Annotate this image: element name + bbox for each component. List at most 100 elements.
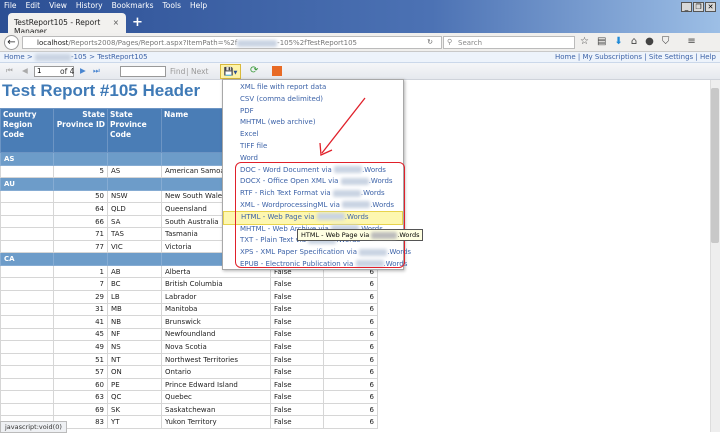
cell-state-code: AS <box>107 164 162 179</box>
table-row: 7 BC British Columbia False 6 <box>0 277 378 291</box>
cell-flag: False <box>270 315 324 329</box>
link-site-settings[interactable]: Site Settings <box>649 53 693 61</box>
find-input[interactable] <box>120 66 166 77</box>
bookmark-star-icon[interactable]: ☆ <box>580 36 589 47</box>
last-page-icon[interactable]: ⏭ <box>93 66 100 76</box>
cell-name: British Columbia <box>161 277 271 291</box>
menu-tools[interactable]: Tools <box>163 1 181 10</box>
annotation-arrow-icon <box>319 97 366 156</box>
report-toolbar: ⏮ ◀ 1 of 4 ▶ ⏭ Find | Next 💾▼ ⟳ <box>0 63 720 80</box>
cell-name: Saskatchewan <box>161 402 271 417</box>
cell-flag: False <box>270 290 324 304</box>
next-page-icon[interactable]: ▶ <box>80 66 86 75</box>
menu-edit[interactable]: Edit <box>26 1 41 10</box>
cell-country <box>0 189 54 204</box>
cell <box>53 177 108 191</box>
search-input[interactable]: ⚲ Search <box>443 36 575 49</box>
cell-state-code: SK <box>107 402 162 417</box>
scrollbar-thumb[interactable] <box>711 88 719 243</box>
breadcrumb-folder[interactable]: -105 <box>71 53 87 61</box>
cell-value: 6 <box>323 415 378 430</box>
browser-tab[interactable]: TestReport105 - Report Manager × <box>8 13 126 36</box>
cell-flag: False <box>270 377 324 392</box>
cell-state-code: MB <box>107 302 162 317</box>
hamburger-menu-icon[interactable]: ≡ <box>687 36 695 47</box>
report-title: Test Report #105 Header <box>2 81 201 100</box>
cell-state-id: 1 <box>53 264 108 279</box>
menu-history[interactable]: History <box>76 1 103 10</box>
breadcrumb-home[interactable]: Home <box>4 53 25 61</box>
cell-value: 6 <box>323 352 378 367</box>
cell-name: Manitoba <box>161 302 271 317</box>
cell-flag: False <box>270 302 324 317</box>
previous-page-icon[interactable]: ◀ <box>22 66 28 75</box>
cell-country <box>0 239 54 254</box>
reading-list-icon[interactable]: ▤ <box>597 36 606 47</box>
cell-state-code: NF <box>107 327 162 342</box>
cell-flag: False <box>270 365 324 379</box>
menu-bookmarks[interactable]: Bookmarks <box>112 1 154 10</box>
browser-titlebar: File Edit View History Bookmarks Tools H… <box>0 0 720 36</box>
table-row: 45 NF Newfoundland False 6 <box>0 327 378 342</box>
chevron-down-icon: ▼ <box>233 70 238 76</box>
cell-value: 6 <box>323 327 378 342</box>
back-arrow-icon[interactable]: ← <box>4 35 19 50</box>
first-page-icon[interactable]: ⏮ <box>6 66 13 76</box>
cell-country <box>0 214 54 229</box>
cell-country <box>0 264 54 279</box>
cell-country <box>0 402 54 417</box>
cell-state-id: 64 <box>53 202 108 216</box>
cell-flag: False <box>270 402 324 417</box>
redacted-text <box>371 231 398 239</box>
cell-country <box>0 377 54 392</box>
link-home[interactable]: Home <box>555 53 576 61</box>
url-input[interactable]: localhost/Reports2008/Pages/Report.aspx?… <box>22 36 442 49</box>
reload-icon[interactable]: ↻ <box>427 38 433 46</box>
home-icon[interactable]: ⌂ <box>631 36 637 47</box>
cell-name: Labrador <box>161 290 271 304</box>
top-links: Home | My Subscriptions | Site Settings … <box>554 53 716 61</box>
export-option[interactable]: XML file with report data <box>223 82 403 94</box>
link-help[interactable]: Help <box>700 53 716 61</box>
cell-state-code: YT <box>107 415 162 430</box>
find-link[interactable]: Find <box>170 67 185 76</box>
url-path: /Reports2008/Pages/Report.aspx?ItemPath=… <box>68 39 238 47</box>
refresh-icon[interactable]: ⟳ <box>250 65 258 76</box>
menu-help[interactable]: Help <box>190 1 207 10</box>
menu-bar: File Edit View History Bookmarks Tools H… <box>4 1 207 10</box>
minimize-button[interactable]: _ <box>681 2 692 12</box>
group-code: AU <box>0 177 54 191</box>
tab-close-icon[interactable]: × <box>113 18 119 27</box>
link-my-subscriptions[interactable]: My Subscriptions <box>582 53 642 61</box>
cell-state-id: 31 <box>53 302 108 317</box>
cell-state-code: LB <box>107 290 162 304</box>
cell-value: 6 <box>323 302 378 317</box>
download-icon[interactable]: ⬇ <box>614 36 622 47</box>
next-link[interactable]: Next <box>191 67 208 76</box>
close-window-button[interactable]: ✕ <box>705 2 716 12</box>
new-tab-button[interactable]: + <box>132 15 143 30</box>
export-button[interactable]: 💾▼ <box>220 64 241 79</box>
cell-value: 6 <box>323 377 378 392</box>
restore-button[interactable]: ❐ <box>693 2 704 12</box>
cell-value: 6 <box>323 277 378 291</box>
column-header-state-code: State Province Code <box>107 108 162 153</box>
status-bar: javascript:void(0) <box>0 421 67 433</box>
cell-value: 6 <box>323 340 378 354</box>
cell-country <box>0 365 54 379</box>
pocket-icon[interactable]: ⛉ <box>662 36 670 47</box>
chat-icon[interactable]: ● <box>645 36 654 47</box>
cell-flag: False <box>270 340 324 354</box>
table-row: 29 LB Labrador False 6 <box>0 290 378 304</box>
cell-value: 6 <box>323 315 378 329</box>
cell-country <box>0 277 54 291</box>
cell-state-id: 60 <box>53 377 108 392</box>
menu-file[interactable]: File <box>4 1 17 10</box>
table-row: 60 PE Prince Edward Island False 6 <box>0 377 378 392</box>
breadcrumb-current[interactable]: TestReport105 <box>97 53 147 61</box>
menu-view[interactable]: View <box>49 1 67 10</box>
page-count: of 4 <box>60 67 75 76</box>
table-row: 63 QC Quebec False 6 <box>0 390 378 404</box>
rss-feed-icon[interactable] <box>272 66 282 76</box>
cell-value: 6 <box>323 290 378 304</box>
